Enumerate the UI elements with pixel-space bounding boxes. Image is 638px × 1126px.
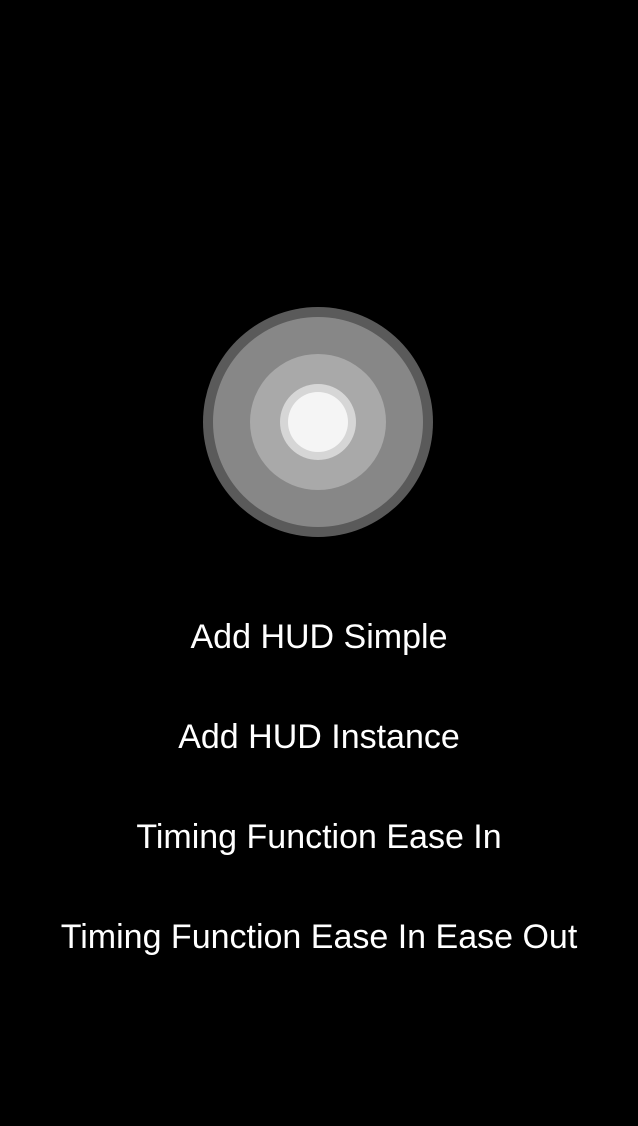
add-hud-instance-button[interactable]: Add HUD Instance bbox=[0, 707, 638, 767]
app-screen: Add HUD Simple Add HUD Instance Timing F… bbox=[0, 0, 638, 1126]
hud-core-dot bbox=[288, 392, 348, 452]
hud-spinner-icon bbox=[203, 307, 433, 537]
add-hud-simple-button[interactable]: Add HUD Simple bbox=[0, 607, 638, 667]
timing-function-ease-in-button[interactable]: Timing Function Ease In bbox=[0, 807, 638, 867]
timing-function-ease-in-ease-out-button[interactable]: Timing Function Ease In Ease Out bbox=[0, 907, 638, 967]
